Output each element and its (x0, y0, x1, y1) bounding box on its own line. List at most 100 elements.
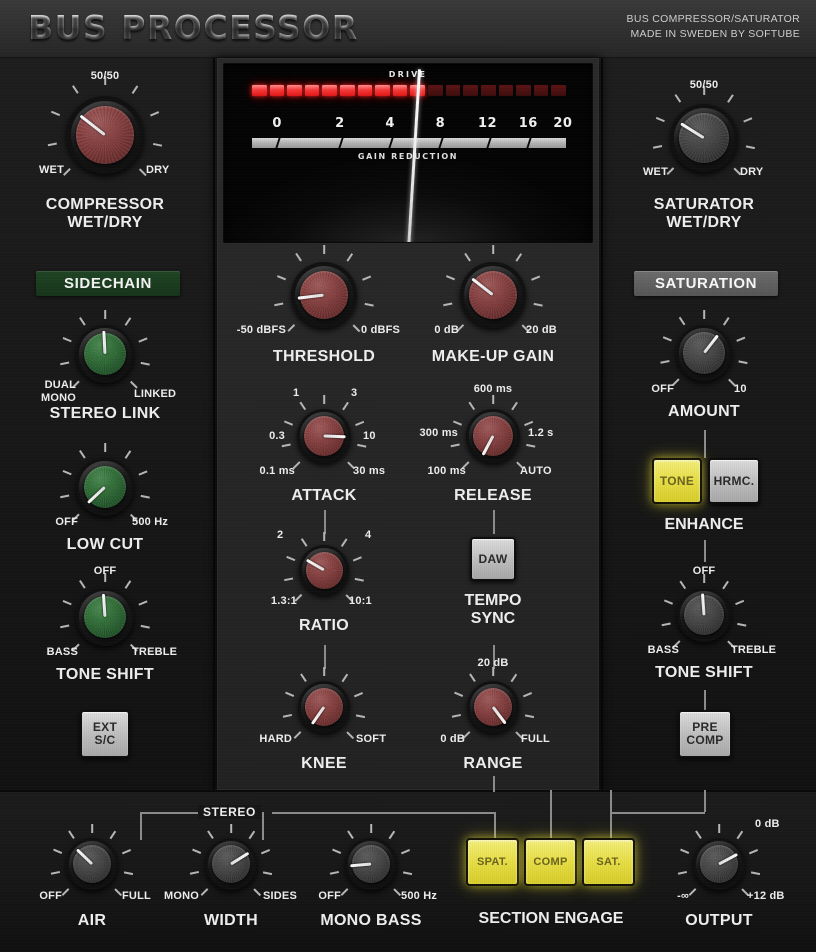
knee-knob-unit: HARD SOFT KNEE (298, 681, 350, 733)
low-cut-caption: LOW CUT (67, 536, 144, 554)
saturator-wet-dry-knob[interactable] (670, 104, 738, 172)
drive-led (551, 85, 566, 96)
amount-caption: AMOUNT (668, 403, 740, 421)
ratio-knob-unit: 2 4 1.3:1 10:1 RATIO (299, 545, 349, 595)
makeup-gain-knob[interactable] (460, 262, 526, 328)
release-knob-unit: 600 ms 300 ms 1.2 s 100 ms AUTO RELEASE (466, 409, 520, 463)
attack-caption: ATTACK (291, 487, 356, 505)
makeup-gain-left-label: 0 dB (434, 324, 459, 336)
threshold-knob[interactable] (291, 262, 357, 328)
width-knob[interactable] (205, 838, 257, 890)
tempo-sync-caption-line2: SYNC (471, 610, 515, 627)
enhance-hrmc-button-label: HRMC. (714, 475, 755, 488)
connector-line (550, 790, 552, 840)
connector-line (704, 540, 706, 562)
connector-line (493, 510, 495, 534)
right-tone-shift-top-label: OFF (693, 565, 716, 577)
ratio-knob[interactable] (299, 545, 349, 595)
attack-knob[interactable] (297, 409, 351, 463)
right-tone-shift-knob-unit: OFF BASS TREBLE TONE SHIFT (677, 588, 731, 642)
plugin-window: BUS PROCESSOR BUS COMPRESSOR/SATURATOR M… (0, 0, 816, 952)
output-knob[interactable] (693, 838, 745, 890)
saturator-wet-dry-caption-line1: SATURATOR (654, 196, 754, 213)
drive-led (516, 85, 531, 96)
drive-led (322, 85, 337, 96)
drive-label: DRIVE (224, 70, 592, 79)
gain-reduction-tick-label: 0 (272, 116, 282, 131)
left-tone-shift-knob[interactable] (76, 588, 134, 646)
drive-led (358, 85, 373, 96)
stereo-link-left-label-line2: MONO (41, 392, 76, 404)
drive-led (481, 85, 496, 96)
compressor-wet-dry-knob[interactable] (66, 96, 144, 174)
release-top-label: 600 ms (474, 383, 513, 395)
compressor-wet-dry-caption-line2: WET/DRY (67, 214, 142, 231)
gain-reduction-tick-label: 4 (385, 116, 395, 131)
width-knob-unit: MONO SIDES WIDTH (205, 838, 257, 890)
saturator-wet-dry-caption: SATURATOR WET/DRY (654, 196, 754, 232)
compressor-wet-dry-caption-line1: COMPRESSOR (46, 196, 165, 213)
ratio-caption: RATIO (299, 617, 349, 635)
amount-left-label: OFF (651, 383, 674, 395)
ext-sc-button-line2: S/C (95, 733, 116, 747)
enhance-tone-button[interactable]: TONE (652, 458, 702, 504)
makeup-gain-knob-unit: 0 dB 20 dB MAKE-UP GAIN (460, 262, 526, 328)
enhance-caption: ENHANCE (664, 516, 743, 534)
air-knob[interactable] (66, 838, 118, 890)
threshold-right-label: 0 dBFS (361, 324, 400, 336)
air-caption: AIR (78, 912, 106, 930)
range-top-label: 20 dB (478, 657, 509, 669)
attack-left-label: 0.3 (269, 430, 285, 442)
section-engage-sat-button[interactable]: SAT. (582, 838, 635, 886)
connector-line (272, 812, 494, 814)
enhance-tone-button-label: TONE (660, 475, 694, 488)
connector-line (610, 812, 612, 840)
makeup-gain-caption: MAKE-UP GAIN (432, 348, 554, 366)
stereo-link-knob[interactable] (76, 325, 134, 383)
gain-reduction-scale-numbers: 0248121620 (252, 116, 566, 132)
attack-top-left-label: 1 (293, 387, 299, 399)
connector-line (494, 812, 496, 840)
low-cut-knob[interactable] (76, 458, 134, 516)
air-right-label: FULL (122, 890, 151, 902)
threshold-left-label: -50 dBFS (237, 324, 286, 336)
stereo-link-right-label: LINKED (134, 388, 176, 400)
header-subtitle: BUS COMPRESSOR/SATURATOR MADE IN SWEDEN … (627, 12, 800, 42)
range-caption: RANGE (463, 755, 522, 773)
attack-bottom-right-label: 30 ms (353, 465, 385, 477)
mono-bass-left-label: OFF (318, 890, 341, 902)
saturator-wet-dry-knob-unit: 50/50 WET DRY SATURATOR WET/DRY (670, 104, 738, 172)
saturator-wet-dry-caption-line2: WET/DRY (666, 214, 741, 231)
amount-right-label: 10 (734, 383, 747, 395)
output-left-label: -∞ (677, 890, 689, 902)
enhance-hrmc-button[interactable]: HRMC. (708, 458, 760, 504)
stereo-tag: STEREO (198, 805, 261, 819)
tempo-sync-daw-button[interactable]: DAW (470, 537, 516, 581)
ratio-bottom-right-label: 10:1 (349, 595, 372, 607)
pre-comp-button[interactable]: PRE COMP (678, 710, 732, 758)
saturation-header: SATURATION (634, 271, 778, 296)
range-knob[interactable] (467, 681, 519, 733)
range-left-label: 0 dB (440, 733, 465, 745)
amount-knob[interactable] (676, 325, 732, 381)
mono-bass-knob-unit: OFF 500 Hz MONO BASS (345, 838, 397, 890)
right-tone-shift-knob[interactable] (677, 588, 731, 642)
tempo-sync-caption: TEMPO SYNC (465, 592, 522, 628)
release-knob[interactable] (466, 409, 520, 463)
connector-line (704, 430, 706, 458)
knee-knob[interactable] (298, 681, 350, 733)
saturator-wet-dry-top-label: 50/50 (690, 79, 719, 91)
low-cut-right-label: 500 Hz (132, 516, 168, 528)
knob-face (76, 106, 134, 164)
section-engage-spat-button[interactable]: SPAT. (466, 838, 519, 886)
knee-right-label: SOFT (356, 733, 386, 745)
sidechain-header: SIDECHAIN (36, 271, 180, 296)
ext-sc-button[interactable]: EXT S/C (80, 710, 130, 758)
low-cut-left-label: OFF (55, 516, 78, 528)
connector-line (493, 776, 495, 792)
page-title: BUS PROCESSOR (28, 8, 359, 47)
right-tone-shift-right-label: TREBLE (731, 644, 776, 656)
compressor-wet-dry-top-label: 50/50 (91, 70, 120, 82)
mono-bass-knob[interactable] (345, 838, 397, 890)
section-engage-comp-button[interactable]: COMP (524, 838, 577, 886)
